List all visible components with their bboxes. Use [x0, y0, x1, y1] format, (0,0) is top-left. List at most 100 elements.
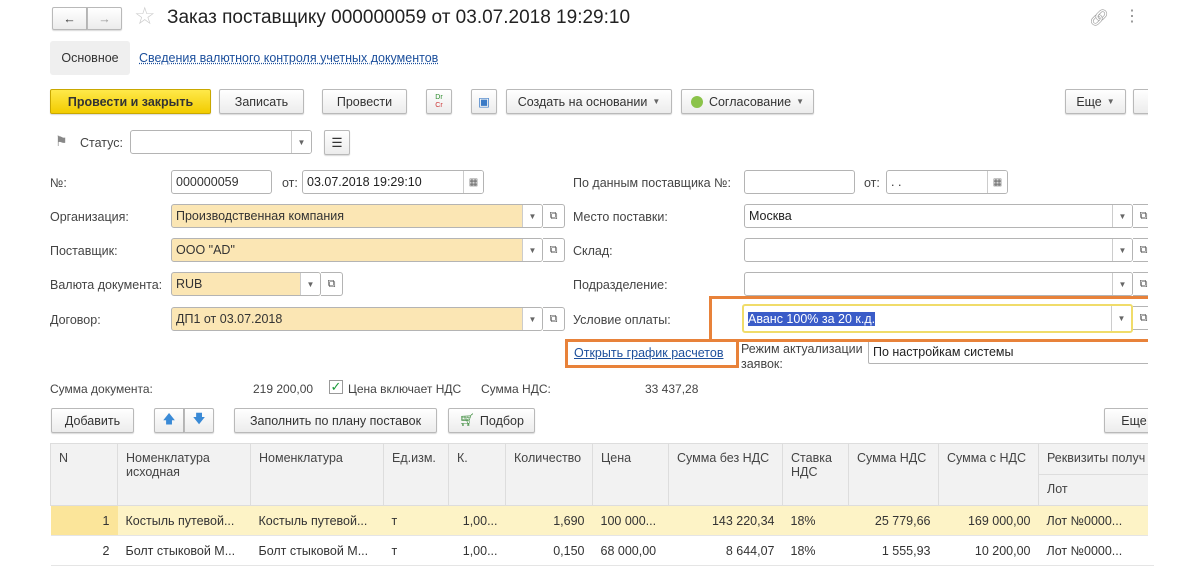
chevron-down-icon: ▼ — [1106, 97, 1115, 106]
move-up-button[interactable]: 🡅 — [154, 408, 184, 433]
forward-button[interactable]: → — [87, 7, 122, 30]
column-header[interactable]: Сумма НДС — [848, 443, 939, 506]
more-label: Еще — [1076, 94, 1102, 109]
post-and-close-button[interactable]: Провести и закрыть — [50, 89, 211, 114]
supplier-date-field[interactable]: . . ▦ — [886, 170, 1008, 194]
chevron-down-icon[interactable]: ▼ — [1112, 239, 1132, 261]
chevron-down-icon[interactable]: ▼ — [522, 239, 542, 261]
mode-field[interactable]: По настройкам системы — [868, 340, 1158, 364]
table-cell[interactable]: Болт стыковой М... — [250, 535, 384, 566]
pick-button[interactable]: 🛒︎ Подбор — [448, 408, 535, 433]
table-cell[interactable]: 18% — [782, 505, 849, 536]
department-field[interactable]: ▼ — [744, 272, 1133, 296]
more-vertical-icon[interactable]: ⋮ — [1124, 6, 1140, 26]
open-icon[interactable]: ⧉ — [543, 307, 565, 331]
post-button[interactable]: Провести — [322, 89, 407, 114]
chevron-down-icon[interactable]: ▼ — [522, 205, 542, 227]
tab-currency-control[interactable]: Сведения валютного контроля учетных доку… — [139, 51, 438, 65]
table-cell[interactable]: Костыль путевой... — [250, 505, 384, 536]
approval-button[interactable]: Согласование ▼ — [681, 89, 814, 114]
warehouse-field[interactable]: ▼ — [744, 238, 1133, 262]
calendar-icon[interactable]: ▦ — [463, 171, 483, 193]
more-button[interactable]: Еще ▼ — [1065, 89, 1126, 114]
table-cell[interactable]: 68 000,00 — [592, 535, 669, 566]
open-icon[interactable]: ⧉ — [321, 272, 343, 296]
chevron-down-icon: ▼ — [652, 97, 661, 106]
supplier-number-field[interactable] — [744, 170, 855, 194]
table-cell[interactable]: Костыль путевой... — [117, 505, 251, 536]
doc-sum-value: 219 200,00 — [253, 382, 314, 396]
table-cell[interactable]: 2 — [50, 535, 118, 566]
chevron-down-icon[interactable]: ▼ — [1112, 273, 1132, 295]
table-cell[interactable]: 10 200,00 — [938, 535, 1039, 566]
table-cell[interactable]: 1,00... — [448, 535, 506, 566]
supplier-field[interactable]: ООО "AD" ▼ — [171, 238, 543, 262]
column-header-lot[interactable]: Лот — [1039, 475, 1153, 505]
currency-field[interactable]: RUB ▼ — [171, 272, 321, 296]
column-header[interactable]: Ед.изм. — [383, 443, 449, 506]
column-header[interactable]: Номенклатура — [250, 443, 384, 506]
save-button[interactable]: Записать — [219, 89, 304, 114]
table-cell[interactable]: 0,150 — [505, 535, 593, 566]
vat-included-checkbox[interactable]: ✓ — [329, 380, 343, 394]
column-header[interactable]: Сумма без НДС — [668, 443, 783, 506]
table-cell[interactable]: Лот №0000... — [1038, 535, 1154, 566]
table-cell[interactable]: 1 555,93 — [848, 535, 939, 566]
table-row[interactable]: 1 Костыль путевой... Костыль путевой... т 1,… — [50, 505, 1154, 536]
table-cell[interactable]: 18% — [782, 535, 849, 566]
table-cell[interactable]: Болт стыковой М... — [117, 535, 251, 566]
doc-sum-label: Сумма документа: — [50, 382, 153, 396]
column-header[interactable]: Цена — [592, 443, 669, 506]
table-cell[interactable]: 1,690 — [505, 505, 593, 536]
create-based-label: Создать на основании — [517, 94, 648, 109]
column-header[interactable]: N — [50, 443, 118, 506]
structure-icon[interactable]: ▣ — [471, 89, 497, 114]
table-right-clip — [1148, 0, 1201, 561]
add-button[interactable]: Добавить — [51, 408, 134, 433]
column-header[interactable]: Реквизиты получ Лот — [1037, 443, 1155, 506]
chevron-down-icon[interactable]: ▼ — [300, 273, 320, 295]
link-icon[interactable]: 🔗︎ — [1089, 8, 1109, 28]
calendar-icon[interactable]: ▦ — [987, 171, 1007, 193]
table-cell[interactable]: 25 779,66 — [848, 505, 939, 536]
check-circle-icon — [690, 95, 703, 108]
table-cell[interactable]: 1,00... — [448, 505, 506, 536]
chevron-down-icon[interactable]: ▼ — [522, 308, 542, 330]
table-cell[interactable]: 8 644,07 — [668, 535, 783, 566]
chevron-down-icon[interactable]: ▼ — [291, 131, 311, 153]
status-select[interactable]: ▼ — [130, 130, 312, 154]
pick-label: Подбор — [479, 413, 524, 428]
tab-main[interactable]: Основное — [50, 41, 130, 75]
list-icon[interactable]: ☰ — [324, 130, 350, 155]
fill-by-plan-button[interactable]: Заполнить по плану поставок — [234, 408, 437, 433]
move-down-button[interactable]: 🡇 — [184, 408, 214, 433]
number-field[interactable]: 000000059 — [171, 170, 272, 194]
chevron-down-icon[interactable]: ▼ — [1112, 205, 1132, 227]
table-cell[interactable]: т — [383, 535, 449, 566]
table-row[interactable]: 2 Болт стыковой М... Болт стыковой М... т 1,… — [50, 535, 1154, 566]
dr-cr-button[interactable]: Dr Cr — [426, 89, 452, 114]
organization-field[interactable]: Производственная компания ▼ — [171, 204, 543, 228]
table-cell[interactable]: 143 220,34 — [668, 505, 783, 536]
column-header[interactable]: Номенклатура исходная — [117, 443, 251, 506]
approval-label: Согласование — [708, 94, 792, 109]
table-cell[interactable]: 100 000... — [592, 505, 669, 536]
table-cell[interactable]: 1 — [50, 505, 118, 536]
column-header[interactable]: Сумма с НДС — [938, 443, 1039, 506]
table-cell[interactable]: т — [383, 505, 449, 536]
contract-field[interactable]: ДП1 от 03.07.2018 ▼ — [171, 307, 543, 331]
favorite-star-icon[interactable]: ☆ — [134, 2, 156, 31]
table-cell[interactable]: 169 000,00 — [938, 505, 1039, 536]
open-icon[interactable]: ⧉ — [543, 238, 565, 262]
date-field[interactable]: 03.07.2018 19:29:10 ▦ — [302, 170, 484, 194]
open-icon[interactable]: ⧉ — [543, 204, 565, 228]
create-based-button[interactable]: Создать на основании ▼ — [506, 89, 672, 114]
column-header[interactable]: К. — [448, 443, 506, 506]
delivery-place-field[interactable]: Москва ▼ — [744, 204, 1133, 228]
column-header[interactable]: Количество — [505, 443, 593, 506]
column-header[interactable]: Ставка НДС — [782, 443, 849, 506]
table-cell[interactable]: Лот №0000... — [1038, 505, 1154, 536]
chevron-down-icon: ▼ — [796, 97, 805, 106]
back-button[interactable]: ← — [52, 7, 87, 30]
delivery-place-label: Место поставки: — [573, 210, 668, 224]
